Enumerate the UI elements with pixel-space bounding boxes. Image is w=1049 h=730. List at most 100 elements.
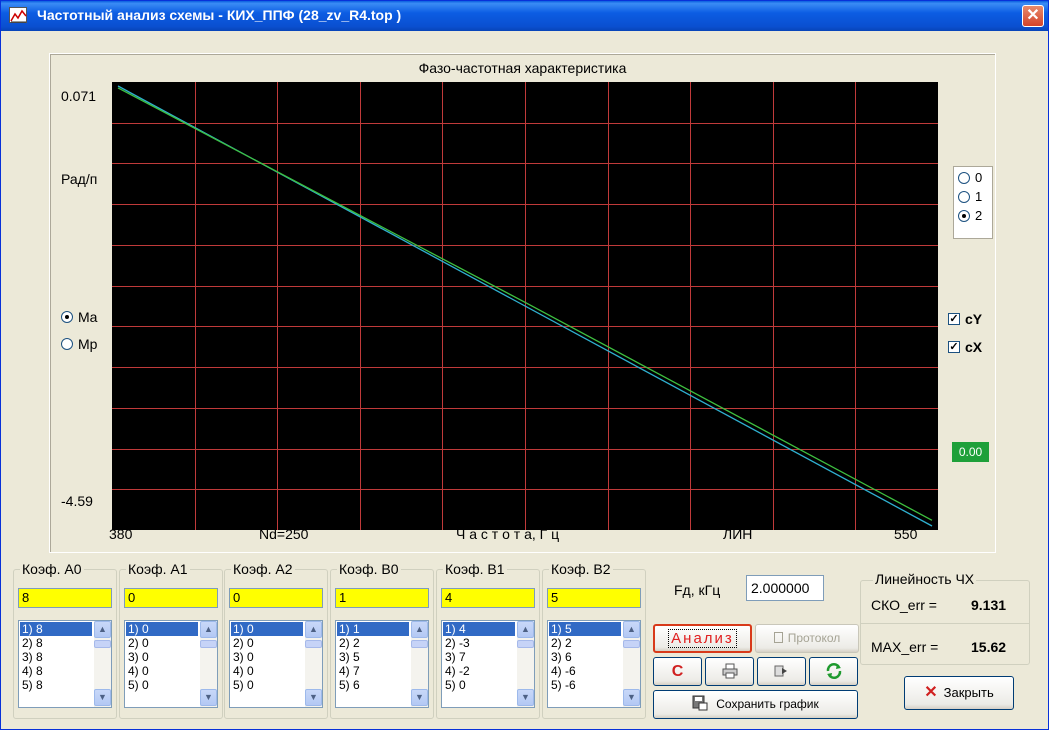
scroll-thumb[interactable]: [623, 640, 640, 648]
list-item[interactable]: 1) 4: [443, 622, 515, 636]
list-item[interactable]: 1) 0: [126, 622, 198, 636]
scroll-up-icon[interactable]: ▲: [94, 621, 111, 638]
list-item[interactable]: 5) -6: [549, 678, 621, 692]
coef-value-input[interactable]: 1: [335, 588, 429, 608]
list-item[interactable]: 5) 0: [443, 678, 515, 692]
vertical-scrollbar[interactable]: ▲ ▼: [200, 621, 217, 707]
order-label-0: 0: [975, 170, 983, 185]
cy-label: cY: [965, 311, 983, 327]
coef-value-input[interactable]: 4: [441, 588, 535, 608]
export-button[interactable]: [757, 657, 806, 686]
list-item[interactable]: 3) 8: [20, 650, 92, 664]
scroll-thumb[interactable]: [411, 640, 428, 648]
list-item[interactable]: 5) 8: [20, 678, 92, 692]
radio-dot[interactable]: [61, 338, 73, 350]
list-item[interactable]: 4) -2: [443, 664, 515, 678]
coef-listbox[interactable]: 1) 0 2) 0 3) 0 4) 0 5) 0 ▲ ▼: [229, 620, 323, 708]
fd-input[interactable]: 2.000000: [746, 575, 824, 601]
coef-listbox[interactable]: 1) 5 2) 2 3) 6 4) -6 5) -6 ▲ ▼: [547, 620, 641, 708]
reset-button[interactable]: C: [653, 657, 702, 686]
scroll-up-icon[interactable]: ▲: [623, 621, 640, 638]
coef-group-2: Коэф. A1 0 1) 0 2) 0 3) 0 4) 0 5) 0 ▲ ▼: [119, 561, 223, 719]
scroll-thumb[interactable]: [94, 640, 111, 648]
coef-value-input[interactable]: 8: [18, 588, 112, 608]
radio-dot[interactable]: [958, 190, 970, 203]
save-graph-button[interactable]: Сохранить график: [653, 690, 858, 719]
list-item[interactable]: 1) 1: [337, 622, 409, 636]
scroll-down-icon[interactable]: ▼: [200, 689, 217, 706]
coef-value-input[interactable]: 0: [124, 588, 218, 608]
window-close-button[interactable]: ✕: [1022, 5, 1044, 27]
order-radio-0[interactable]: 0: [958, 170, 992, 185]
coef-value-input[interactable]: 0: [229, 588, 323, 608]
list-item[interactable]: 5) 0: [126, 678, 198, 692]
check-mark-icon[interactable]: ✓: [948, 313, 960, 325]
list-item[interactable]: 4) 7: [337, 664, 409, 678]
scroll-thumb[interactable]: [200, 640, 217, 648]
cx-label: cX: [965, 339, 983, 355]
list-item[interactable]: 4) 0: [126, 664, 198, 678]
radio-dot[interactable]: [61, 311, 73, 323]
vertical-scrollbar[interactable]: ▲ ▼: [623, 621, 640, 707]
close-label: Закрыть: [943, 685, 994, 700]
vertical-scrollbar[interactable]: ▲ ▼: [411, 621, 428, 707]
plot-area[interactable]: [112, 82, 938, 530]
scroll-up-icon[interactable]: ▲: [305, 621, 322, 638]
list-item[interactable]: 3) 0: [126, 650, 198, 664]
close-button[interactable]: ✕ Закрыть: [904, 676, 1014, 710]
refresh-button[interactable]: [809, 657, 858, 686]
list-item[interactable]: 4) 0: [231, 664, 303, 678]
list-item[interactable]: 3) 5: [337, 650, 409, 664]
order-radio-group: 0 1 2: [953, 166, 993, 239]
protokol-button[interactable]: Протокол: [755, 624, 859, 653]
scroll-up-icon[interactable]: ▲: [411, 621, 428, 638]
list-item[interactable]: 1) 5: [549, 622, 621, 636]
title-bar[interactable]: Частотный анализ схемы - КИХ_ППФ (28_zv_…: [1, 1, 1048, 31]
list-item[interactable]: 2) 0: [126, 636, 198, 650]
list-item[interactable]: 3) 7: [443, 650, 515, 664]
analiz-button[interactable]: Анализ: [653, 624, 752, 653]
vertical-scrollbar[interactable]: ▲ ▼: [305, 621, 322, 707]
scroll-up-icon[interactable]: ▲: [200, 621, 217, 638]
coef-listbox[interactable]: 1) 4 2) -3 3) 7 4) -2 5) 0 ▲ ▼: [441, 620, 535, 708]
coef-listbox[interactable]: 1) 0 2) 0 3) 0 4) 0 5) 0 ▲ ▼: [124, 620, 218, 708]
list-item[interactable]: 1) 0: [231, 622, 303, 636]
scroll-down-icon[interactable]: ▼: [411, 689, 428, 706]
scroll-down-icon[interactable]: ▼: [517, 689, 534, 706]
cy-checkbox[interactable]: ✓ cY: [948, 311, 982, 327]
scroll-down-icon[interactable]: ▼: [623, 689, 640, 706]
vertical-scrollbar[interactable]: ▲ ▼: [94, 621, 111, 707]
coef-listbox[interactable]: 1) 1 2) 2 3) 5 4) 7 5) 6 ▲ ▼: [335, 620, 429, 708]
mode-ma-radio[interactable]: Ma: [61, 309, 97, 325]
order-radio-2[interactable]: 2: [958, 208, 992, 223]
list-item[interactable]: 5) 6: [337, 678, 409, 692]
list-item[interactable]: 2) 8: [20, 636, 92, 650]
list-item[interactable]: 1) 8: [20, 622, 92, 636]
cx-checkbox[interactable]: ✓ cX: [948, 339, 982, 355]
list-item[interactable]: 2) 2: [549, 636, 621, 650]
scroll-down-icon[interactable]: ▼: [94, 689, 111, 706]
app-chart-icon: [9, 7, 27, 23]
radio-dot[interactable]: [958, 171, 970, 184]
list-item[interactable]: 5) 0: [231, 678, 303, 692]
radio-dot[interactable]: [958, 209, 970, 222]
mode-mp-radio[interactable]: Mp: [61, 336, 97, 352]
order-radio-1[interactable]: 1: [958, 189, 992, 204]
print-button[interactable]: [705, 657, 754, 686]
list-item[interactable]: 3) 0: [231, 650, 303, 664]
coef-listbox[interactable]: 1) 8 2) 8 3) 8 4) 8 5) 8 ▲ ▼: [18, 620, 112, 708]
list-item[interactable]: 4) -6: [549, 664, 621, 678]
coef-value-input[interactable]: 5: [547, 588, 641, 608]
scroll-up-icon[interactable]: ▲: [517, 621, 534, 638]
check-mark-icon[interactable]: ✓: [948, 341, 960, 353]
scroll-down-icon[interactable]: ▼: [305, 689, 322, 706]
list-item[interactable]: 2) -3: [443, 636, 515, 650]
scroll-thumb[interactable]: [517, 640, 534, 648]
list-item[interactable]: 4) 8: [20, 664, 92, 678]
list-item[interactable]: 2) 0: [231, 636, 303, 650]
list-item[interactable]: 2) 2: [337, 636, 409, 650]
vertical-scrollbar[interactable]: ▲ ▼: [517, 621, 534, 707]
scroll-thumb[interactable]: [305, 640, 322, 648]
coef-title: Коэф. B1: [443, 561, 507, 577]
list-item[interactable]: 3) 6: [549, 650, 621, 664]
